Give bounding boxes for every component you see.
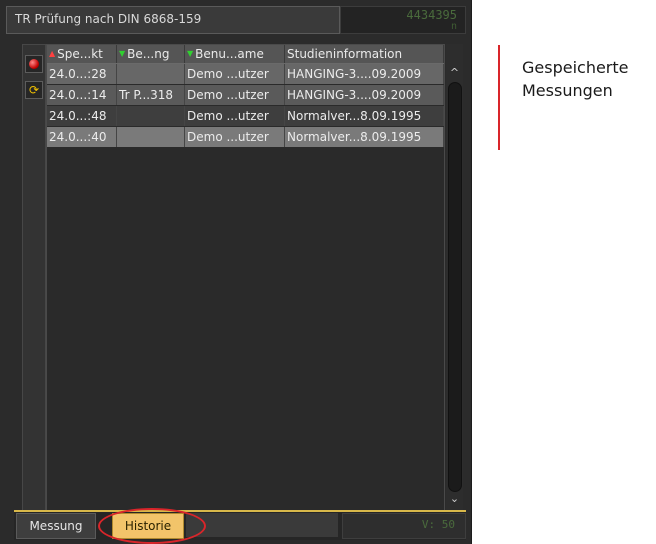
table-row[interactable]: 24.0...:28 Demo ...utzer HANGING-3....09…: [47, 64, 444, 84]
red-record-button[interactable]: [25, 55, 43, 73]
table-cell: HANGING-3....09.2009: [285, 64, 444, 84]
column-header-be[interactable]: ▼ Be...ng: [117, 45, 185, 63]
app-panel: TR Prüfung nach DIN 6868-159 4434395 n ⟳…: [0, 0, 472, 544]
sync-button[interactable]: ⟳: [25, 81, 43, 99]
table-cell: Normalver...8.09.1995: [285, 106, 444, 126]
bottom-readout: V: 50: [342, 513, 466, 539]
readout-number: 4434395: [406, 8, 457, 22]
column-header-label: Spe...kt: [57, 47, 103, 61]
table-cell: HANGING-3....09.2009: [285, 85, 444, 105]
column-header-label: Be...ng: [127, 47, 170, 61]
callout-bar: [498, 45, 500, 150]
column-header-spe[interactable]: ▲ Spe...kt: [47, 45, 117, 63]
tab-bar-fill: [186, 513, 338, 537]
title-bar: TR Prüfung nach DIN 6868-159: [6, 6, 340, 34]
table-cell: Demo ...utzer: [185, 64, 285, 84]
scroll-up-icon[interactable]: ^: [446, 66, 463, 80]
history-table: ▲ Spe...kt ▼ Be...ng ▼ Benu...ame Studienin…: [46, 44, 445, 514]
table-cell: Demo ...utzer: [185, 85, 285, 105]
tab-bar: Messung Historie V: 50: [14, 512, 466, 540]
side-toolbar: ⟳: [22, 44, 46, 514]
table-cell: Normalver...8.09.1995: [285, 127, 444, 147]
table-cell: Demo ...utzer: [185, 127, 285, 147]
table-row[interactable]: 24.0...:14 Tr P...318 Demo ...utzer HANG…: [47, 85, 444, 105]
table-header: ▲ Spe...kt ▼ Be...ng ▼ Benu...ame Studienin…: [47, 45, 444, 64]
table-cell: 24.0...:28: [47, 64, 117, 84]
sort-down-icon: ▼: [119, 49, 126, 58]
table-cell: 24.0...:48: [47, 106, 117, 126]
sort-up-icon: ▲: [49, 49, 56, 58]
scroll-thumb[interactable]: [448, 82, 462, 492]
column-header-benutzername[interactable]: ▼ Benu...ame: [185, 45, 285, 63]
table-cell: 24.0...:40: [47, 127, 117, 147]
bottom-readout-value: V: 50: [421, 518, 455, 531]
table-cell: [117, 127, 185, 147]
column-header-studieninformation[interactable]: Studieninformation: [285, 45, 444, 63]
red-record-icon: [29, 59, 39, 69]
vertical-scrollbar[interactable]: ^ ⌄: [446, 44, 463, 512]
table-cell: [117, 64, 185, 84]
table-cell: Demo ...utzer: [185, 106, 285, 126]
tab-messung[interactable]: Messung: [16, 513, 96, 539]
top-readout: 4434395 n: [340, 6, 466, 34]
table-cell: 24.0...:14: [47, 85, 117, 105]
callout-line-1: Gespeicherte: [522, 58, 629, 77]
column-header-label: Benu...ame: [195, 47, 264, 61]
table-cell: Tr P...318: [117, 85, 185, 105]
highlight-ellipse: [98, 508, 206, 544]
callout-text: Gespeicherte Messungen: [522, 56, 629, 102]
readout-unit: n: [450, 21, 457, 32]
column-header-label: Studieninformation: [287, 47, 403, 61]
window-title: TR Prüfung nach DIN 6868-159: [15, 12, 202, 26]
scroll-down-icon[interactable]: ⌄: [446, 492, 463, 506]
table-row[interactable]: 24.0...:48 Demo ...utzer Normalver...8.0…: [47, 106, 444, 126]
callout-line-2: Messungen: [522, 81, 613, 100]
sort-down-icon: ▼: [187, 49, 194, 58]
table-cell: [117, 106, 185, 126]
sync-icon: ⟳: [28, 83, 40, 97]
table-row[interactable]: 24.0...:40 Demo ...utzer Normalver...8.0…: [47, 127, 444, 147]
